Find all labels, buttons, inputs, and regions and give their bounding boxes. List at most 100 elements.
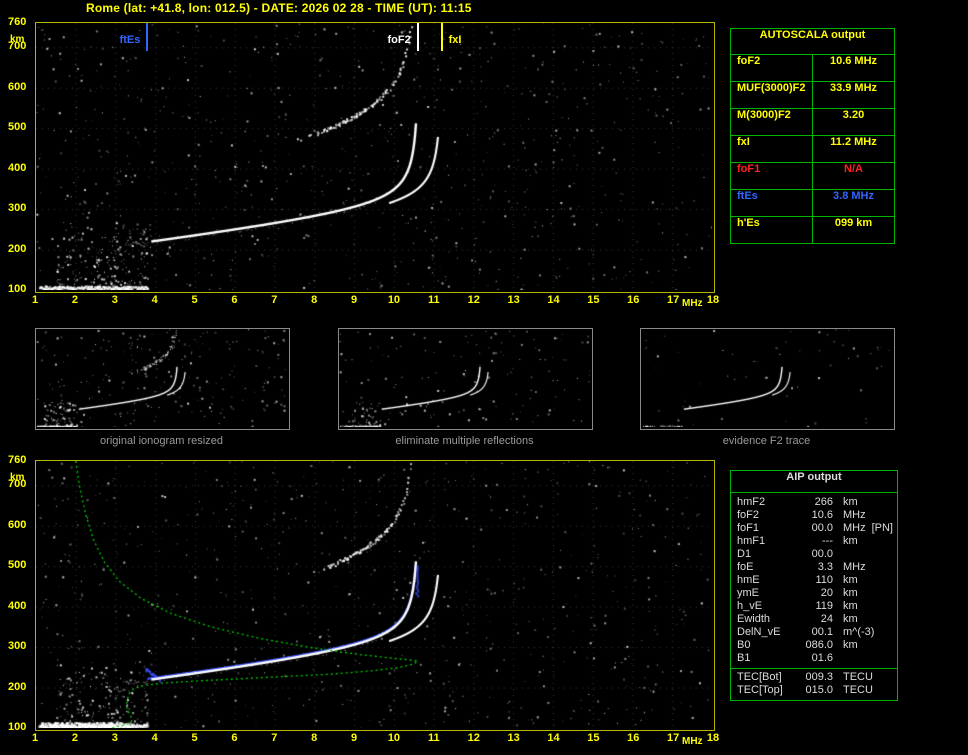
aip-row-label: foF1 <box>737 522 760 534</box>
autoscala-row: fxI 11.2 MHz <box>731 136 894 163</box>
x-axis-tick: 10 <box>387 294 401 306</box>
aip-row-value: 009.3 <box>805 671 833 683</box>
aip-row-unit: km <box>843 639 858 651</box>
x-axis-tick: 16 <box>627 732 640 744</box>
aip-row-value: 086.0 <box>805 639 833 651</box>
aip-row-label: B0 <box>737 639 751 651</box>
aip-row-label: TEC[Top] <box>737 684 783 696</box>
y-axis-tick: 760 <box>8 16 27 28</box>
y-axis-tick: 100 <box>8 283 27 295</box>
y-axis-tick: 500 <box>8 559 27 572</box>
aip-row-label: ymE <box>737 587 759 599</box>
aip-row-label: Ewidth <box>737 613 771 625</box>
marker-ftes-line <box>146 23 149 51</box>
x-axis-tick: 2 <box>71 732 78 744</box>
x-axis-tick: 14 <box>547 732 560 744</box>
x-axis-tick: 8 <box>311 732 318 744</box>
aip-row: hmF2 266 km <box>731 496 897 509</box>
x-axis-tick: 16 <box>627 294 640 306</box>
aip-row-unit <box>835 652 897 665</box>
x-axis-tick: 15 <box>587 294 600 306</box>
aip-row: foF1 00.0 MHz [PN] <box>731 522 897 535</box>
aip-row: DelN_vE 00.1 m^(-3) <box>731 626 897 639</box>
aip-row-unit: TECU <box>843 671 873 683</box>
marker-fxi-label: fxI <box>448 34 462 46</box>
y-axis-tick: 600 <box>8 518 27 531</box>
x-axis-tick: 11 <box>427 732 440 744</box>
mhz-unit-label: MHz <box>682 736 703 747</box>
x-axis-tick: 10 <box>387 732 401 744</box>
x-axis-tick: 3 <box>111 732 118 744</box>
aip-row-value: 00.0 <box>811 548 833 560</box>
thumbnail-original-ionogram <box>35 328 290 430</box>
x-axis-tick: 2 <box>71 294 78 306</box>
autoscala-row: foF2 10.6 MHz <box>731 55 894 82</box>
thumbnail-caption-original: original ionogram resized <box>100 435 223 447</box>
autoscala-row: h'Es 099 km <box>731 217 894 243</box>
aip-row-unit: km <box>843 574 858 586</box>
thumbnail-canvas-original <box>36 329 287 427</box>
aip-row-unit: MHz <box>843 561 866 573</box>
autoscala-row-value: 3.20 <box>842 109 865 121</box>
aip-row-value: 3.3 <box>817 561 833 573</box>
aip-row-label: hmF1 <box>737 535 766 547</box>
x-axis-tick: 15 <box>587 732 600 744</box>
thumbnail-canvas-reflections <box>339 329 590 427</box>
x-axis-tick: 9 <box>350 732 358 744</box>
aip-row-label: D1 <box>737 548 752 560</box>
autoscala-row-label: h'Es <box>731 217 813 243</box>
bottom-ionogram-canvas <box>36 461 712 728</box>
aip-row-unit: km <box>843 613 858 625</box>
x-axis-tick: 12 <box>467 732 480 744</box>
aip-row-value: 015.0 <box>805 684 833 696</box>
y-axis-tick: 400 <box>8 161 27 174</box>
aip-row-value: --- <box>822 535 833 547</box>
top-ionogram-canvas <box>36 23 712 290</box>
aip-row-value: 24 <box>820 613 833 625</box>
x-axis-tick: 12 <box>467 294 480 306</box>
aip-row: TEC[Bot] 009.3 TECU <box>731 671 897 684</box>
autoscala-row-label: ftEs <box>731 190 813 216</box>
autoscala-row-value: 10.6 MHz <box>829 55 878 67</box>
aip-row: foF2 10.6 MHz <box>731 509 897 522</box>
x-axis-tick: 7 <box>271 732 278 744</box>
thumbnail-caption-reflections: eliminate multiple reflections <box>395 435 534 447</box>
aip-row-label: hmE <box>737 574 760 586</box>
x-axis-tick: 14 <box>547 294 560 306</box>
aip-row-value: 119 <box>815 600 833 612</box>
aip-row-unit: m^(-3) <box>843 626 875 638</box>
autoscala-row: M(3000)F2 3.20 <box>731 109 894 136</box>
aip-row-value: 266 <box>814 496 833 508</box>
y-axis-tick: 300 <box>8 640 27 653</box>
aip-row: foE 3.3 MHz <box>731 561 897 574</box>
x-axis-tick: 4 <box>151 732 158 744</box>
x-axis-tick: 18 <box>706 294 720 306</box>
aip-row: hmE 110 km <box>731 574 897 587</box>
marker-fof2-line <box>416 23 419 51</box>
thumbnail-multiple-reflections <box>338 328 593 430</box>
autoscala-app-window: { "header": { "title": "Rome (lat: +41.8… <box>0 0 968 755</box>
top-ionogram-panel: ftEs foF2 fxI <box>35 22 715 293</box>
y-axis-tick: 200 <box>8 680 27 693</box>
aip-row-label: TEC[Bot] <box>737 671 782 683</box>
aip-row-value: 10.6 <box>811 509 833 521</box>
x-axis-tick: 5 <box>191 294 198 306</box>
aip-output-table: AIP output hmF2 266 km foF2 10.6 MHz foF1 00.0 M… <box>730 470 898 701</box>
aip-row-unit <box>835 548 897 561</box>
aip-row: B1 01.6 <box>731 652 897 665</box>
aip-row: TEC[Top] 015.0 TECU <box>731 684 897 697</box>
x-axis-tick: 17 <box>666 732 680 744</box>
aip-row: ymE 20 km <box>731 587 897 600</box>
x-axis-tick: 6 <box>231 732 238 744</box>
aip-row-unit: MHz <box>843 509 866 521</box>
x-axis-tick: 1 <box>31 732 39 744</box>
aip-row-value: 00.0 <box>811 522 833 534</box>
autoscala-row-label: foF2 <box>731 55 813 81</box>
aip-row-value: 01.6 <box>811 652 833 664</box>
aip-row-label: foE <box>737 561 754 573</box>
aip-row-unit: MHz [PN] <box>843 522 893 534</box>
x-axis-tick: 8 <box>311 294 318 306</box>
y-axis-tick: 300 <box>8 202 27 215</box>
autoscala-row-label: MUF(3000)F2 <box>731 82 813 108</box>
x-axis-tick: 4 <box>151 294 158 306</box>
